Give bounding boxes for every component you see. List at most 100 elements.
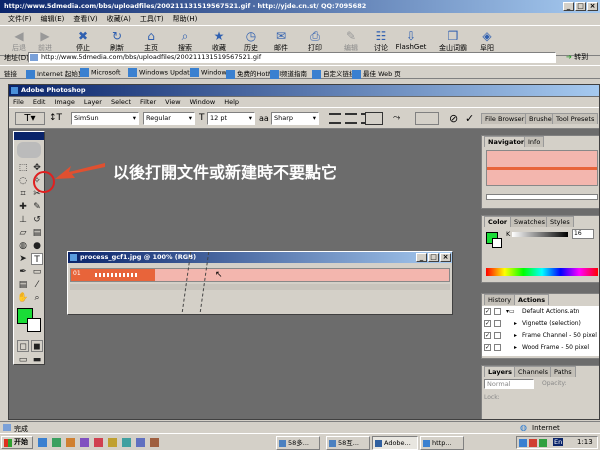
ime-indicator[interactable]: En (553, 438, 564, 446)
taskbar-task[interactable]: 58互... (326, 436, 370, 450)
healing-brush-icon[interactable]: ✚ (17, 201, 29, 213)
hand-tool-icon[interactable]: ✋ (17, 292, 29, 304)
start-button[interactable]: 开始 (1, 436, 33, 449)
tray-icon[interactable] (519, 439, 527, 447)
tray-icon[interactable] (539, 439, 547, 447)
dodge-tool-icon[interactable]: ● (31, 240, 43, 252)
action-dialog-toggle[interactable] (494, 332, 501, 339)
menu-item[interactable]: 查看(V) (73, 15, 97, 23)
taskbar-task[interactable]: http... (420, 436, 464, 450)
tab-file-browser[interactable]: File Browser (481, 113, 529, 124)
document-canvas[interactable]: 01 ↖ (70, 268, 450, 282)
action-toggle-checkbox[interactable]: ✓ (484, 344, 491, 351)
ps-menu-item[interactable]: Filter (140, 98, 156, 106)
action-dialog-toggle[interactable] (494, 308, 501, 315)
zoom-tool-icon[interactable]: ⌕ (31, 292, 43, 304)
quicklaunch-app-icon[interactable] (136, 438, 145, 447)
action-dialog-toggle[interactable] (494, 320, 501, 327)
commit-edits-icon[interactable]: ✓ (465, 112, 474, 125)
link-item[interactable]: Windows Update (128, 68, 194, 77)
ps-menu-item[interactable]: File (13, 98, 24, 106)
menu-item[interactable]: 收藏(A) (107, 15, 131, 23)
color-value-input[interactable]: 16 (572, 229, 594, 239)
screen-mode-full-icon[interactable]: ▬ (31, 354, 43, 366)
history-brush-icon[interactable]: ↺ (31, 214, 43, 226)
document-scrollbar[interactable] (70, 284, 450, 290)
menu-item[interactable]: 工具(T) (140, 15, 164, 23)
action-toggle-checkbox[interactable]: ✓ (484, 308, 491, 315)
notes-tool-icon[interactable]: ▤ (17, 279, 29, 291)
screen-mode-icon[interactable]: ▭ (17, 354, 29, 366)
doc-minimize-button[interactable]: _ (416, 253, 427, 262)
navigator-zoom-slider[interactable] (486, 194, 598, 200)
quicklaunch-app-icon[interactable] (80, 438, 89, 447)
action-row[interactable]: ✓ ▸ Frame Channel - 50 pixel (482, 330, 599, 341)
warp-text-icon[interactable]: ⤳ (393, 112, 400, 125)
taskbar-task[interactable]: 58多... (276, 436, 320, 450)
taskbar-task[interactable]: Adobe... (372, 436, 418, 450)
eraser-tool-icon[interactable]: ▱ (17, 227, 29, 239)
quicklaunch-app-icon[interactable] (108, 438, 117, 447)
action-row[interactable]: ✓ ▸ Wood Frame - 50 pixel (482, 342, 599, 353)
menu-item[interactable]: 文件(F) (8, 15, 32, 23)
tab-color[interactable]: Color (484, 216, 512, 227)
color-background-swatch[interactable] (492, 238, 502, 248)
ps-menu-item[interactable]: Edit (33, 98, 46, 106)
close-button[interactable]: × (587, 2, 598, 11)
gradient-tool-icon[interactable]: ▤ (31, 227, 43, 239)
quicklaunch-desktop-icon[interactable] (52, 438, 61, 447)
background-color-swatch[interactable] (27, 318, 41, 332)
menu-item[interactable]: 编辑(E) (41, 15, 65, 23)
cancel-edits-icon[interactable]: ⊘ (449, 112, 458, 125)
tab-paths[interactable]: Paths (550, 366, 576, 377)
adobe-online-logo[interactable] (17, 142, 41, 158)
tab-navigator[interactable]: Navigator (484, 136, 529, 147)
align-center-icon[interactable] (345, 113, 357, 124)
quicklaunch-app-icon[interactable] (150, 438, 159, 447)
minimize-button[interactable]: _ (563, 2, 574, 11)
tab-actions[interactable]: Actions (514, 294, 550, 305)
ps-menu-item[interactable]: View (165, 98, 180, 106)
link-item[interactable]: Microsoft (80, 68, 121, 77)
action-toggle-checkbox[interactable]: ✓ (484, 320, 491, 327)
quick-mask-on-icon[interactable]: ◼ (31, 340, 43, 352)
menu-item[interactable]: 帮助(H) (173, 15, 198, 23)
anti-alias-select[interactable]: Sharp ▾ (271, 112, 319, 125)
path-select-icon[interactable]: ➤ (17, 253, 29, 265)
tab-channels[interactable]: Channels (514, 366, 553, 377)
brush-tool-icon[interactable]: ✎ (31, 201, 43, 213)
link-item[interactable]: 频道指南 (270, 68, 307, 79)
tray-icon[interactable] (529, 439, 537, 447)
doc-maximize-button[interactable]: □ (428, 253, 439, 262)
tab-info[interactable]: Info (524, 136, 545, 147)
link-item[interactable]: Windows (190, 68, 230, 77)
font-style-select[interactable]: Regular ▾ (143, 112, 195, 125)
doc-close-button[interactable]: × (440, 253, 451, 262)
ps-menu-item[interactable]: Layer (84, 98, 102, 106)
address-input[interactable]: http://www.5dmedia.com/bbs/uploadfiles/2… (28, 52, 556, 63)
tab-tool-presets[interactable]: Tool Presets (552, 113, 599, 124)
blend-mode-select[interactable]: Normal (484, 379, 534, 389)
blur-tool-icon[interactable]: ◍ (17, 240, 29, 252)
align-left-icon[interactable] (329, 113, 341, 124)
font-family-select[interactable]: SimSun ▾ (71, 112, 139, 125)
color-ramp[interactable] (486, 268, 598, 276)
action-dialog-toggle[interactable] (494, 344, 501, 351)
ps-menu-item[interactable]: Select (111, 98, 131, 106)
go-button[interactable]: ➔ 转到 (566, 52, 588, 63)
crop-tool-icon[interactable]: ⌗ (17, 188, 29, 200)
tab-swatches[interactable]: Swatches (510, 216, 550, 227)
pen-tool-icon[interactable]: ✒ (17, 266, 29, 278)
action-row[interactable]: ✓ ▾▭ Default Actions.atn (482, 306, 599, 317)
ps-menu-item[interactable]: Image (54, 98, 74, 106)
color-channel-slider[interactable] (512, 232, 568, 237)
type-tool-icon[interactable]: T (31, 253, 43, 265)
tab-layers[interactable]: Layers (484, 366, 517, 377)
quicklaunch-app-icon[interactable] (94, 438, 103, 447)
clone-stamp-icon[interactable]: ⊥ (17, 214, 29, 226)
marquee-tool-icon[interactable]: ⬚ (17, 162, 29, 174)
maximize-button[interactable]: □ (575, 2, 586, 11)
action-toggle-checkbox[interactable]: ✓ (484, 332, 491, 339)
quicklaunch-app-icon[interactable] (66, 438, 75, 447)
shape-tool-icon[interactable]: ▭ (31, 266, 43, 278)
